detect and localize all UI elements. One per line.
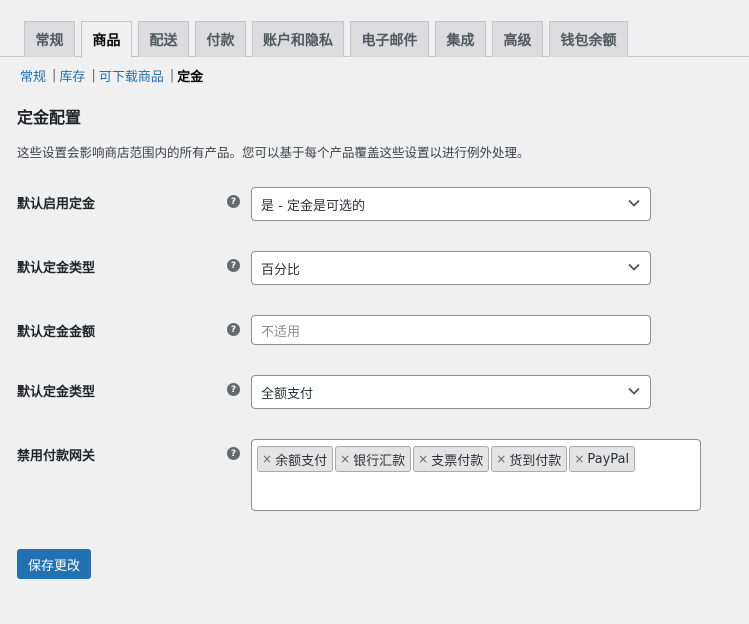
subnav-separator: | (91, 67, 96, 83)
chip-label: PayPal (587, 451, 630, 467)
tab-products[interactable]: 商品 (81, 21, 132, 58)
disabled-gateways-label: 禁用付款网关 (17, 449, 96, 464)
input-placeholder: 不适用 (261, 324, 301, 340)
remove-chip-icon[interactable]: × (262, 452, 272, 466)
remove-chip-icon[interactable]: × (574, 452, 584, 466)
tab-advanced[interactable]: 高级 (492, 21, 543, 57)
chevron-down-icon (628, 387, 640, 395)
gateway-chip: × PayPal (569, 446, 636, 472)
select-value: 全额支付 (261, 386, 314, 402)
save-changes-button[interactable]: 保存更改 (17, 549, 91, 579)
tab-emails[interactable]: 电子邮件 (350, 21, 429, 57)
deposit-amount-input[interactable]: 不适用 (251, 315, 651, 345)
deposit-type-label-2: 默认定金类型 (17, 385, 96, 400)
deposit-type-select-2[interactable]: 全额支付 (251, 375, 651, 409)
subnav-deposits-current: 定金 (177, 69, 204, 85)
subnav-general-link[interactable]: 常规 (20, 66, 46, 85)
gateway-chip: × 支票付款 (413, 446, 490, 472)
help-icon[interactable]: ? (227, 259, 240, 272)
help-icon[interactable]: ? (227, 195, 240, 208)
enable-deposit-select[interactable]: 是 - 定金是可选的 (251, 187, 651, 221)
subnav-downloadable-link[interactable]: 可下载商品 (99, 66, 164, 85)
section-description: 这些设置会影响商店范围内的所有产品。您可以基于每个产品覆盖这些设置以进行例外处理… (17, 145, 530, 160)
tab-wallet-balance[interactable]: 钱包余额 (549, 21, 628, 57)
gateway-chip: × 货到付款 (491, 446, 568, 472)
subnav-inventory-link[interactable]: 库存 (59, 66, 85, 85)
tab-accounts-privacy[interactable]: 账户和隐私 (252, 21, 344, 57)
chip-label: 支票付款 (431, 453, 484, 469)
deposit-type-select[interactable]: 百分比 (251, 251, 651, 285)
tab-integration[interactable]: 集成 (435, 21, 486, 57)
section-title: 定金配置 (17, 108, 82, 127)
remove-chip-icon[interactable]: × (340, 452, 350, 466)
select-value: 百分比 (261, 262, 301, 278)
disabled-gateways-multiselect[interactable]: × 余额支付 × 银行汇款 × 支票付款 × 货到付款 × PayPal (251, 439, 701, 511)
deposit-type-label: 默认定金类型 (17, 261, 96, 276)
chip-label: 银行汇款 (353, 453, 406, 469)
sub-navigation: 常规 | 库存 | 可下载商品 | 定金 (20, 66, 204, 85)
help-icon[interactable]: ? (227, 383, 240, 396)
subnav-separator: | (169, 67, 175, 83)
enable-deposit-label: 默认启用定金 (17, 197, 96, 212)
tab-general[interactable]: 常规 (24, 21, 75, 57)
tab-shipping[interactable]: 配送 (138, 21, 189, 57)
help-icon[interactable]: ? (227, 323, 240, 336)
settings-tab-bar: 常规 商品 配送 付款 账户和隐私 电子邮件 集成 高级 钱包余额 (0, 0, 749, 58)
chevron-down-icon (628, 263, 640, 271)
chip-label: 货到付款 (509, 453, 562, 469)
subnav-separator: | (52, 67, 57, 83)
deposit-amount-label: 默认定金金额 (17, 325, 96, 340)
remove-chip-icon[interactable]: × (496, 452, 506, 466)
help-icon[interactable]: ? (227, 447, 240, 460)
chevron-down-icon (628, 199, 640, 207)
chip-label: 余额支付 (275, 453, 328, 469)
settings-page: 常规 商品 配送 付款 账户和隐私 电子邮件 集成 高级 钱包余额 常规 | 库… (0, 0, 749, 624)
remove-chip-icon[interactable]: × (418, 452, 428, 466)
gateway-chip: × 银行汇款 (335, 446, 412, 472)
gateway-chip: × 余额支付 (257, 446, 334, 472)
tab-payments[interactable]: 付款 (195, 21, 246, 57)
select-value: 是 - 定金是可选的 (261, 198, 365, 214)
